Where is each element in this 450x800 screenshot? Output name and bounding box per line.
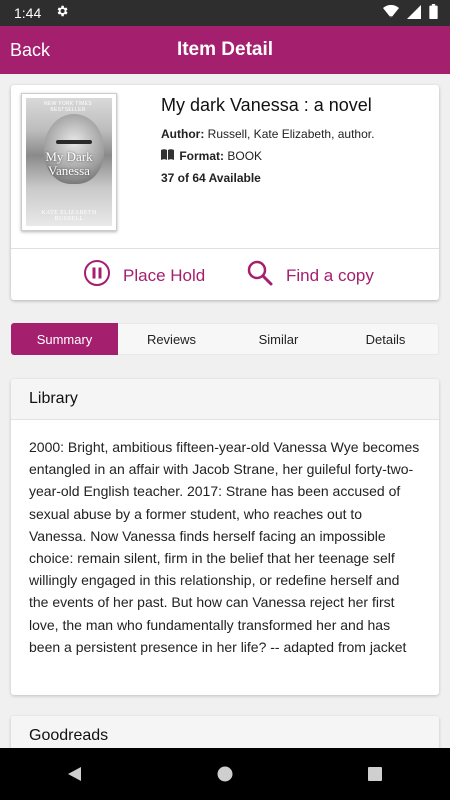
place-hold-label: Place Hold [123,265,206,285]
item-actions: Place Hold Find a copy [11,249,439,300]
system-nav-bar [0,748,450,800]
item-info: My dark Vanessa : a novel Author: Russel… [161,93,431,185]
status-bar: 1:44 [0,0,450,26]
tab-similar[interactable]: Similar [225,323,332,355]
gear-icon [55,4,69,22]
app-bar: Back Item Detail [0,26,450,74]
item-availability: 37 of 64 Available [161,171,261,185]
place-hold-button[interactable]: Place Hold [83,259,205,292]
back-button[interactable]: Back [10,26,50,74]
detail-tabs: Summary Reviews Similar Details [11,323,439,355]
find-copy-label: Find a copy [286,265,374,285]
library-summary-card: Library 2000: Bright, ambitious fifteen-… [11,379,439,695]
tab-reviews[interactable]: Reviews [118,323,225,355]
cover-title-line2: Vanessa [48,163,90,178]
tab-summary[interactable]: Summary [11,323,118,355]
item-format-row: Format: BOOK [161,149,431,163]
item-author-row: Author: Russell, Kate Elizabeth, author. [161,127,431,141]
wifi-icon [383,4,399,22]
cover-eye-band [56,140,92,144]
item-format: BOOK [227,149,263,163]
item-card: NEW YORK TIMES BESTSELLER My Dark Vaness… [11,85,439,300]
signal-icon [407,4,421,22]
book-cover-art: NEW YORK TIMES BESTSELLER My Dark Vaness… [26,98,112,226]
page-title: Item Detail [176,39,274,60]
library-summary-text: 2000: Bright, ambitious fifteen-year-old… [29,439,420,655]
cover-author: KATE ELIZABETH RUSSELL [41,210,97,222]
pause-circle-icon [83,259,111,292]
home-circle-icon[interactable] [205,754,245,794]
cover-tagline: NEW YORK TIMES BESTSELLER [44,101,92,113]
cover-title: My Dark Vanessa [26,150,112,178]
item-availability-row: 37 of 64 Available [161,171,431,185]
author-label: Author: [161,127,205,141]
back-triangle-icon[interactable] [55,754,95,794]
item-author: Russell, Kate Elizabeth, author. [207,127,375,141]
find-copy-button[interactable]: Find a copy [246,259,374,292]
cover-title-line1: My Dark [45,149,93,164]
book-icon [161,149,174,163]
item-title: My dark Vanessa : a novel [161,95,372,115]
recents-square-icon[interactable] [355,754,395,794]
search-icon [246,259,274,292]
tab-details[interactable]: Details [332,323,439,355]
battery-icon [429,4,438,22]
format-label: Format: [179,149,225,163]
book-cover[interactable]: NEW YORK TIMES BESTSELLER My Dark Vaness… [21,93,117,231]
library-heading: Library [11,379,439,420]
status-time: 1:44 [14,5,42,21]
